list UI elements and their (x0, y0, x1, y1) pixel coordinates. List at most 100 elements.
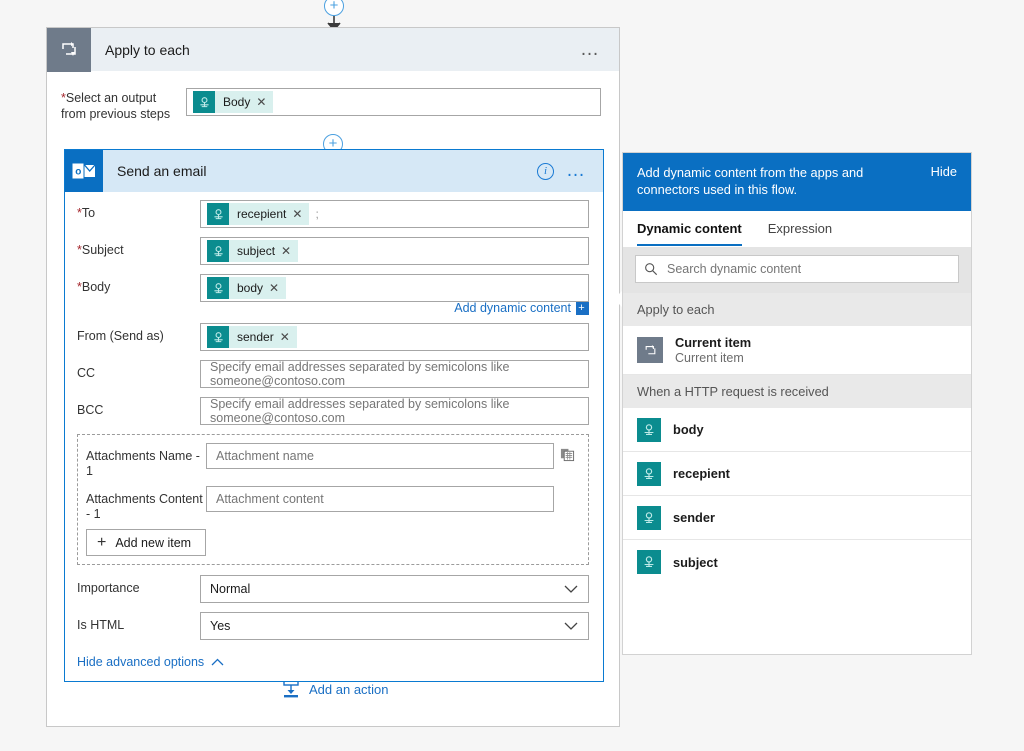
chevron-down-icon (564, 585, 578, 593)
dynamic-token-icon (637, 505, 661, 530)
token-remove-icon[interactable]: ✕ (292, 207, 309, 221)
add-action-icon (283, 680, 299, 698)
bcc-placeholder: Specify email addresses separated by sem… (210, 397, 510, 425)
token-label: body (237, 281, 264, 295)
dynamic-token-icon (637, 550, 661, 574)
hide-advanced-options-label: Hide advanced options (77, 655, 205, 669)
attachment-name-placeholder: Attachment name (216, 449, 314, 463)
send-an-email-header[interactable]: o Send an email i … (65, 150, 603, 192)
field-row-importance: Importance Normal (77, 575, 589, 603)
dynamic-token-icon (193, 91, 215, 113)
token-subject[interactable]: subject ✕ (207, 240, 299, 262)
field-row-subject: *Subject subject ✕ (77, 237, 589, 265)
attachment-content-input[interactable]: Attachment content (206, 486, 554, 512)
list-item-sender[interactable]: sender (623, 496, 971, 540)
token-remove-icon[interactable]: ✕ (269, 281, 286, 295)
apply-to-each-menu-button[interactable]: … (580, 40, 601, 59)
field-label-subject: *Subject (77, 243, 124, 257)
send-an-email-card: o Send an email i … *To recepient ✕ ; *S… (64, 149, 604, 682)
field-label-cc: CC (77, 366, 96, 380)
token-body[interactable]: Body ✕ (193, 91, 274, 113)
field-label-is-html: Is HTML (77, 618, 125, 632)
plus-glyph: + (329, 0, 339, 14)
attachments-group: Attachments Name - 1 Attachment name Att… (77, 434, 589, 565)
group-header-http-request: When a HTTP request is received (623, 375, 971, 408)
field-row-body: *Body body ✕ (77, 274, 589, 302)
add-new-item-label: Add new item (115, 535, 192, 550)
field-label-body: *Body (77, 280, 111, 294)
send-an-email-body: *To recepient ✕ ; *Subject subject ✕ *Bo… (65, 192, 603, 681)
dynamic-token-icon (207, 203, 229, 225)
search-dynamic-content-input[interactable]: Search dynamic content (635, 255, 959, 283)
outlook-icon: o (65, 150, 103, 192)
token-body[interactable]: body ✕ (207, 277, 287, 299)
select-output-label: *Select an output from previous steps (61, 88, 186, 122)
info-icon[interactable]: i (537, 162, 554, 180)
token-label: recepient (237, 207, 287, 221)
dynamic-token-icon (637, 461, 661, 486)
dynamic-token-icon (207, 277, 229, 299)
list-item-title: Current item (675, 335, 752, 350)
apply-to-each-header[interactable]: Apply to each … (47, 27, 619, 72)
list-item-subject[interactable]: subject (623, 540, 971, 584)
group-header-apply-to-each: Apply to each (623, 293, 971, 326)
tab-expression[interactable]: Expression (768, 211, 832, 246)
dynamic-content-banner-text: Add dynamic content from the apps and co… (637, 165, 864, 197)
hide-panel-button[interactable]: Hide (931, 164, 957, 179)
cc-placeholder: Specify email addresses separated by sem… (210, 360, 510, 388)
from-input[interactable]: sender ✕ (200, 323, 589, 351)
list-item-title: sender (673, 510, 715, 525)
is-html-value: Yes (210, 619, 231, 633)
flow-designer-canvas: + Apply to each … *Select an output from… (0, 0, 1024, 751)
list-item-subtitle: Current item (675, 351, 744, 365)
search-placeholder: Search dynamic content (667, 262, 802, 276)
chevron-down-icon (564, 622, 578, 630)
bcc-input[interactable]: Specify email addresses separated by sem… (200, 397, 589, 425)
add-an-action-button[interactable]: Add an action (281, 679, 389, 699)
is-html-select[interactable]: Yes (200, 612, 589, 640)
attachment-name-row: Attachments Name - 1 Attachment name (86, 443, 554, 479)
select-output-label-line2: from previous steps (61, 107, 171, 121)
list-item-current-item[interactable]: Current item Current item (623, 326, 971, 375)
loop-icon (47, 27, 91, 72)
field-label-to: *To (77, 206, 96, 220)
field-row-bcc: BCC Specify email addresses separated by… (77, 397, 589, 425)
list-item-recepient[interactable]: recepient (623, 452, 971, 496)
list-item-title: recepient (673, 466, 730, 481)
token-remove-icon[interactable]: ✕ (280, 330, 297, 344)
token-remove-icon[interactable]: ✕ (281, 244, 298, 258)
apply-to-each-title: Apply to each (105, 41, 190, 58)
delete-item-icon[interactable] (554, 443, 580, 462)
body-input[interactable]: body ✕ (200, 274, 589, 302)
token-recepient[interactable]: recepient ✕ (207, 203, 310, 225)
insert-step-top-button[interactable]: + (324, 0, 344, 16)
attachment-content-row: Attachments Content - 1 Attachment conte… (86, 486, 554, 522)
importance-select[interactable]: Normal (200, 575, 589, 603)
tab-dynamic-content[interactable]: Dynamic content (637, 211, 742, 246)
list-item-body[interactable]: body (623, 408, 971, 452)
chevron-up-icon (211, 658, 224, 666)
dynamic-content-tabs: Dynamic content Expression (623, 211, 971, 247)
to-trailing-text: ; (315, 207, 319, 221)
send-an-email-title: Send an email (117, 163, 207, 179)
loop-icon (637, 337, 663, 363)
subject-input[interactable]: subject ✕ (200, 237, 589, 265)
cc-input[interactable]: Specify email addresses separated by sem… (200, 360, 589, 388)
send-an-email-menu-button[interactable]: … (566, 161, 587, 180)
token-sender[interactable]: sender ✕ (207, 326, 297, 348)
attachment-name-input[interactable]: Attachment name (206, 443, 554, 469)
add-new-item-button[interactable]: + Add new item (86, 529, 207, 556)
hide-advanced-options-link[interactable]: Hide advanced options (77, 655, 224, 669)
add-dynamic-content-link[interactable]: Add dynamic content (454, 301, 571, 315)
to-input[interactable]: recepient ✕ ; (200, 200, 589, 228)
plus-icon: + (97, 533, 107, 551)
add-dynamic-content-badge-icon[interactable]: + (576, 301, 589, 315)
field-row-from: From (Send as) sender ✕ (77, 323, 589, 351)
token-label: sender (237, 330, 274, 344)
dynamic-content-list: Apply to each Current item Current item … (623, 293, 971, 654)
field-row-cc: CC Specify email addresses separated by … (77, 360, 589, 388)
field-row-is-html: Is HTML Yes (77, 612, 589, 640)
select-output-input[interactable]: Body ✕ (186, 88, 601, 116)
attachment-name-label: Attachments Name - 1 (86, 449, 200, 478)
token-remove-icon[interactable]: ✕ (256, 95, 273, 109)
